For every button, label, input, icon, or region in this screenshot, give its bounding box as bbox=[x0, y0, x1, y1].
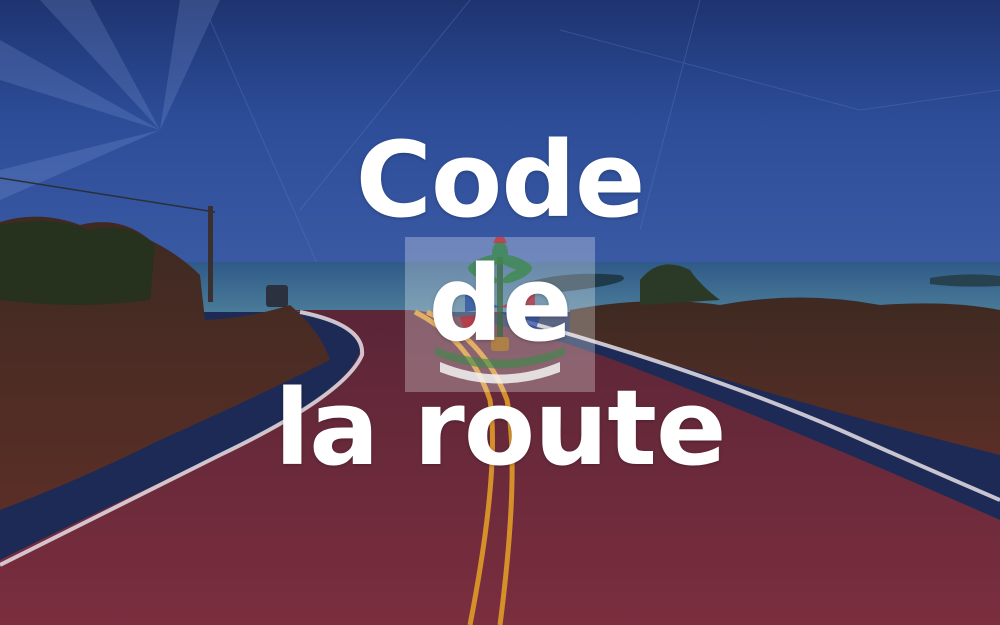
page-title: Code de la route bbox=[0, 118, 1000, 490]
hero-banner: Code de la route bbox=[0, 0, 1000, 625]
title-line-2: de bbox=[428, 243, 573, 365]
title-line-1: Code bbox=[355, 119, 646, 241]
title-line-3: la route bbox=[274, 367, 726, 489]
